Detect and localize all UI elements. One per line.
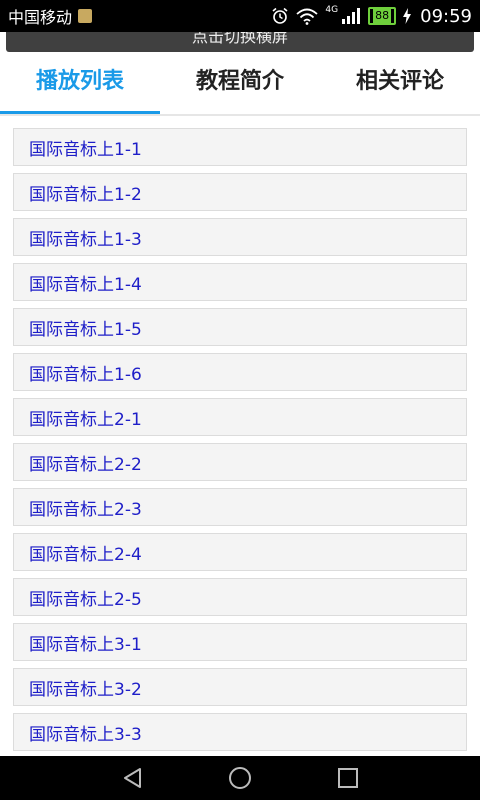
clock-time: 09:59 xyxy=(420,5,472,27)
recents-square-icon[interactable] xyxy=(337,767,359,789)
playlist-item[interactable]: 国际音标上3-2 xyxy=(13,668,467,706)
navigation-bar xyxy=(0,756,480,800)
tab-divider xyxy=(0,114,480,116)
rotate-bar: 点击切换横屏 xyxy=(0,32,480,58)
playlist-item[interactable]: 国际音标上1-5 xyxy=(13,308,467,346)
signal-strength-icon xyxy=(342,8,361,24)
back-triangle-icon[interactable] xyxy=(122,767,144,789)
tab-playlist[interactable]: 播放列表 xyxy=(0,58,160,116)
carrier-name: 中国移动 xyxy=(8,8,73,27)
playlist-item[interactable]: 国际音标上1-2 xyxy=(13,173,467,211)
switch-landscape-button[interactable]: 点击切换横屏 xyxy=(6,32,474,52)
playlist-item[interactable]: 国际音标上1-6 xyxy=(13,353,467,391)
alarm-icon xyxy=(272,7,288,24)
tab-comments[interactable]: 相关评论 xyxy=(320,58,480,116)
playlist: 国际音标上1-1 国际音标上1-2 国际音标上1-3 国际音标上1-4 国际音标… xyxy=(13,128,467,758)
playlist-item[interactable]: 国际音标上3-3 xyxy=(13,713,467,751)
status-bar: 中国移动 4G 88 09:59 xyxy=(0,0,480,32)
playlist-item[interactable]: 国际音标上2-3 xyxy=(13,488,467,526)
tab-bar: 播放列表 教程简介 相关评论 xyxy=(0,58,480,116)
battery-indicator: 88 xyxy=(368,7,397,25)
playlist-item[interactable]: 国际音标上1-3 xyxy=(13,218,467,256)
playlist-item[interactable]: 国际音标上1-1 xyxy=(13,128,467,166)
playlist-item[interactable]: 国际音标上2-1 xyxy=(13,398,467,436)
home-circle-icon[interactable] xyxy=(228,766,252,790)
playlist-item[interactable]: 国际音标上3-1 xyxy=(13,623,467,661)
playlist-item[interactable]: 国际音标上2-2 xyxy=(13,443,467,481)
playlist-item[interactable]: 国际音标上2-5 xyxy=(13,578,467,616)
network-type: 4G xyxy=(325,5,339,15)
charging-bolt-icon xyxy=(403,8,412,24)
status-icons: 4G 88 09:59 xyxy=(271,5,472,27)
tab-tutorial-intro[interactable]: 教程简介 xyxy=(160,58,320,116)
wifi-icon xyxy=(296,8,319,25)
sim-card-icon xyxy=(78,9,93,23)
playlist-item[interactable]: 国际音标上1-4 xyxy=(13,263,467,301)
playlist-item[interactable]: 国际音标上2-4 xyxy=(13,533,467,571)
switch-landscape-label: 点击切换横屏 xyxy=(191,32,288,46)
battery-level: 88 xyxy=(373,9,392,23)
